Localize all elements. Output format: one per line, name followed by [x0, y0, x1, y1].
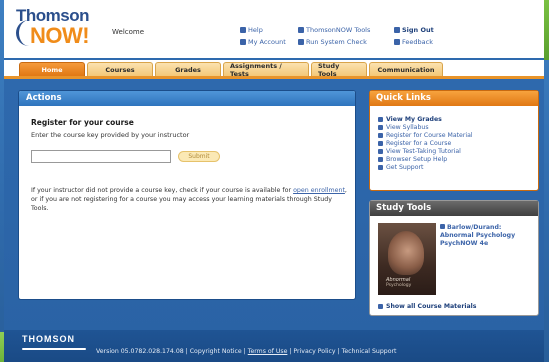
quick-links-title: Quick Links: [370, 91, 538, 106]
quick-links-panel: Quick Links View My Grades View Syllabus…: [369, 90, 539, 191]
book-cover-image[interactable]: Abnormal Psychology: [378, 223, 436, 295]
thomsonnow-tools-link[interactable]: ThomsonNOW Tools: [298, 26, 370, 34]
signout-icon: [394, 27, 400, 33]
bullet-icon: [378, 148, 383, 154]
enrollment-help-text: If your instructor did not provide a cou…: [31, 186, 349, 213]
sign-out-link[interactable]: Sign Out: [394, 26, 434, 34]
tab-grades[interactable]: Grades: [155, 62, 221, 76]
feedback-icon: [394, 39, 400, 45]
logo-text-bottom: NOW!: [30, 23, 90, 48]
actions-title: Actions: [19, 91, 355, 106]
system-check-icon: [298, 39, 304, 45]
account-icon: [240, 39, 246, 45]
help-link[interactable]: Help: [240, 26, 263, 34]
bullet-icon: [378, 132, 383, 138]
quick-link-register-course-material[interactable]: Register for Course Material: [378, 131, 473, 139]
study-tools-title: Study Tools: [370, 201, 538, 216]
bullet-icon: [378, 116, 383, 122]
quick-link-test-taking-tutorial[interactable]: View Test-Taking Tutorial: [378, 147, 473, 155]
book-title-link[interactable]: Barlow/Durand: Abnormal Psychology Psych…: [440, 224, 536, 248]
tab-courses[interactable]: Courses: [87, 62, 153, 76]
footer-links: Version 05.0782.028.174.08 | Copyright N…: [96, 348, 396, 355]
quick-link-view-my-grades[interactable]: View My Grades: [378, 115, 473, 123]
footer-thomson-logo: THOMSON: [22, 334, 75, 344]
bullet-icon: [378, 304, 383, 309]
quick-link-browser-setup-help[interactable]: Browser Setup Help: [378, 155, 473, 163]
footer-swoosh-icon: [22, 348, 86, 350]
footer: THOMSON Version 05.0782.028.174.08 | Cop…: [4, 330, 544, 362]
register-instructions: Enter the course key provided by your in…: [31, 131, 190, 139]
open-enrollment-link[interactable]: open enrollment: [293, 187, 345, 194]
terms-of-use-link[interactable]: Terms of Use: [248, 348, 288, 355]
quick-link-register-for-course[interactable]: Register for a Course: [378, 139, 473, 147]
header: Thomson NOW! Welcome Help ThomsonNOW Too…: [4, 0, 544, 58]
tools-icon: [298, 27, 304, 33]
run-system-check-link[interactable]: Run System Check: [298, 38, 367, 46]
cover-subtitle: Psychology: [386, 283, 412, 288]
footer-rest-text: | Privacy Policy | Technical Support: [287, 348, 397, 355]
actions-panel: Actions Register for your course Enter t…: [18, 90, 356, 300]
register-title: Register for your course: [31, 118, 134, 127]
tab-study-tools[interactable]: Study Tools: [311, 62, 367, 78]
cover-portrait: [388, 231, 424, 275]
course-key-input[interactable]: [31, 150, 171, 163]
welcome-text: Welcome: [112, 28, 145, 36]
quick-link-view-syllabus[interactable]: View Syllabus: [378, 123, 473, 131]
tab-underline: [4, 76, 544, 79]
tab-home[interactable]: Home: [19, 62, 85, 76]
submit-button[interactable]: Submit: [178, 151, 220, 162]
tab-assignments-tests[interactable]: Assignments / Tests: [223, 62, 309, 78]
quick-link-get-support[interactable]: Get Support: [378, 163, 473, 171]
help-text-before: If your instructor did not provide a cou…: [31, 187, 294, 194]
quick-links-list: View My Grades View Syllabus Register fo…: [378, 115, 473, 171]
feedback-link[interactable]: Feedback: [394, 38, 433, 46]
show-all-course-materials-link[interactable]: Show all Course Materials: [378, 303, 476, 310]
tab-communication[interactable]: Communication: [369, 62, 443, 76]
bullet-icon: [378, 124, 383, 130]
help-icon: [240, 27, 246, 33]
footer-version-text: Version 05.0782.028.174.08 | Copyright N…: [96, 348, 248, 355]
bullet-icon: [378, 156, 383, 162]
tabs: Home Courses Grades Assignments / Tests …: [19, 62, 443, 78]
bullet-icon: [440, 224, 445, 229]
bullet-icon: [378, 140, 383, 146]
thomson-now-logo[interactable]: Thomson NOW!: [16, 6, 106, 48]
header-links: Help ThomsonNOW Tools Sign Out My Accoun…: [240, 26, 540, 50]
bullet-icon: [378, 164, 383, 170]
my-account-link[interactable]: My Account: [240, 38, 286, 46]
page: Thomson NOW! Welcome Help ThomsonNOW Too…: [4, 0, 544, 362]
study-tools-panel: Study Tools Abnormal Psychology Barlow/D…: [369, 200, 539, 316]
